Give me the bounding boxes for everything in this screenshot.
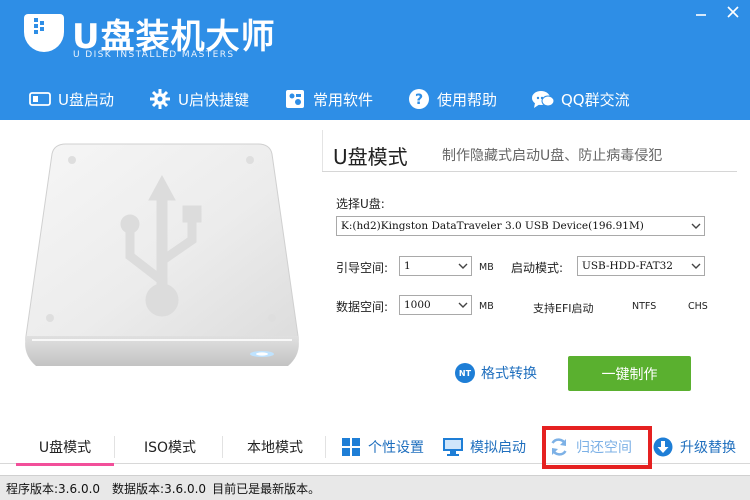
minimize-button[interactable] <box>690 4 712 20</box>
close-icon <box>727 6 739 18</box>
software-icon <box>283 87 307 111</box>
data-space-value: 1000 <box>404 299 431 311</box>
nav-item-help[interactable]: ? 使用帮助 <box>407 82 497 116</box>
nav-item-label: U启快捷键 <box>177 90 249 109</box>
tab-usb-mode[interactable]: U盘模式 <box>16 430 114 466</box>
window-controls <box>690 4 744 20</box>
update-message: 目前已是最新版本。 <box>212 481 321 496</box>
boot-space-value: 1 <box>404 260 411 272</box>
monitor-icon <box>442 436 464 458</box>
gear-icon <box>148 87 172 111</box>
top-nav: U盘启动 U启快捷键 常用软件 ? 使用帮助 QQ群交流 <box>0 82 630 116</box>
app-subtitle: U DISK INSTALLED MASTERS <box>73 50 235 60</box>
nav-item-usb-boot[interactable]: U盘启动 <box>28 82 114 116</box>
data-space-select[interactable]: 1000 <box>399 295 472 315</box>
svg-text:?: ? <box>415 92 423 108</box>
one-click-make-button[interactable]: 一键制作 <box>568 356 691 391</box>
upgrade-label: 升级替换 <box>680 440 736 456</box>
chevron-down-icon <box>688 257 704 275</box>
program-version: 程序版本:3.6.0.0 <box>6 481 101 496</box>
windows-grid-icon <box>340 436 362 458</box>
boot-space-unit: MB <box>479 262 494 273</box>
boot-space-label: 引导空间: <box>336 261 389 275</box>
nav-item-label: 常用软件 <box>312 90 373 109</box>
app-header: U盘装机大师 U DISK INSTALLED MASTERS U盘启动 U启快… <box>0 0 750 120</box>
nav-item-label: 使用帮助 <box>436 90 497 109</box>
mode-description: 制作隐藏式启动U盘、防止病毒侵犯 <box>442 148 663 164</box>
tab-local-mode[interactable]: 本地模式 <box>226 430 324 464</box>
nav-item-software[interactable]: 常用软件 <box>283 82 373 116</box>
nav-item-hotkeys[interactable]: U启快捷键 <box>148 82 249 116</box>
boot-space-select[interactable]: 1 <box>399 256 472 276</box>
usb-disk-illustration <box>25 143 299 366</box>
download-icon <box>652 436 674 458</box>
format-convert-label: 格式转换 <box>481 366 537 382</box>
divider <box>114 436 115 458</box>
nav-item-label: U盘启动 <box>58 90 114 109</box>
divider <box>322 130 323 172</box>
select-disk-label: 选择U盘: <box>336 197 385 211</box>
chs-option[interactable]: CHS <box>688 301 708 312</box>
nav-item-label: QQ群交流 <box>561 90 630 109</box>
personalize-settings-button[interactable]: 个性设置 <box>340 433 424 461</box>
chevron-down-icon <box>455 296 471 314</box>
refresh-icon <box>548 436 570 458</box>
ntfs-option[interactable]: NTFS <box>632 301 656 312</box>
boot-mode-select[interactable]: USB-HDD-FAT32 <box>577 256 705 276</box>
chevron-down-icon <box>688 217 704 235</box>
data-version: 数据版本:3.6.0.0 <box>112 481 207 496</box>
minimize-icon <box>696 14 706 16</box>
usb-drive-icon <box>28 87 52 111</box>
boot-mode-label: 启动模式: <box>511 261 564 275</box>
simulate-boot-button[interactable]: 模拟启动 <box>442 433 526 461</box>
disk-select-value: K:(hd2)Kingston DataTraveler 3.0 USB Dev… <box>341 220 644 232</box>
help-icon: ? <box>407 87 431 111</box>
chevron-down-icon <box>455 257 471 275</box>
divider <box>325 436 326 458</box>
format-convert-link[interactable]: NT 格式转换 <box>455 363 537 383</box>
app-logo-icon <box>24 14 64 52</box>
data-space-label: 数据空间: <box>336 300 389 314</box>
data-space-unit: MB <box>479 301 494 312</box>
divider <box>322 171 737 172</box>
boot-mode-value: USB-HDD-FAT32 <box>582 260 673 272</box>
upgrade-replace-button[interactable]: 升级替换 <box>652 433 736 461</box>
tab-iso-mode[interactable]: ISO模式 <box>121 430 219 464</box>
ntfs-convert-icon: NT <box>455 363 475 383</box>
efi-boot-option[interactable]: 支持EFI启动 <box>533 300 594 316</box>
restore-space-button[interactable]: 归还空间 <box>548 433 632 461</box>
divider <box>222 436 223 458</box>
disk-select[interactable]: K:(hd2)Kingston DataTraveler 3.0 USB Dev… <box>336 216 705 236</box>
status-bar: 程序版本:3.6.0.0 数据版本:3.6.0.0 目前已是最新版本。 <box>0 475 750 500</box>
close-button[interactable] <box>722 4 744 20</box>
mode-title: U盘模式 <box>333 145 408 169</box>
nav-item-qq-group[interactable]: QQ群交流 <box>531 82 630 116</box>
restore-space-label: 归还空间 <box>576 440 632 456</box>
simulate-boot-label: 模拟启动 <box>470 440 526 456</box>
chat-icon <box>531 87 555 111</box>
personalize-label: 个性设置 <box>368 440 424 456</box>
